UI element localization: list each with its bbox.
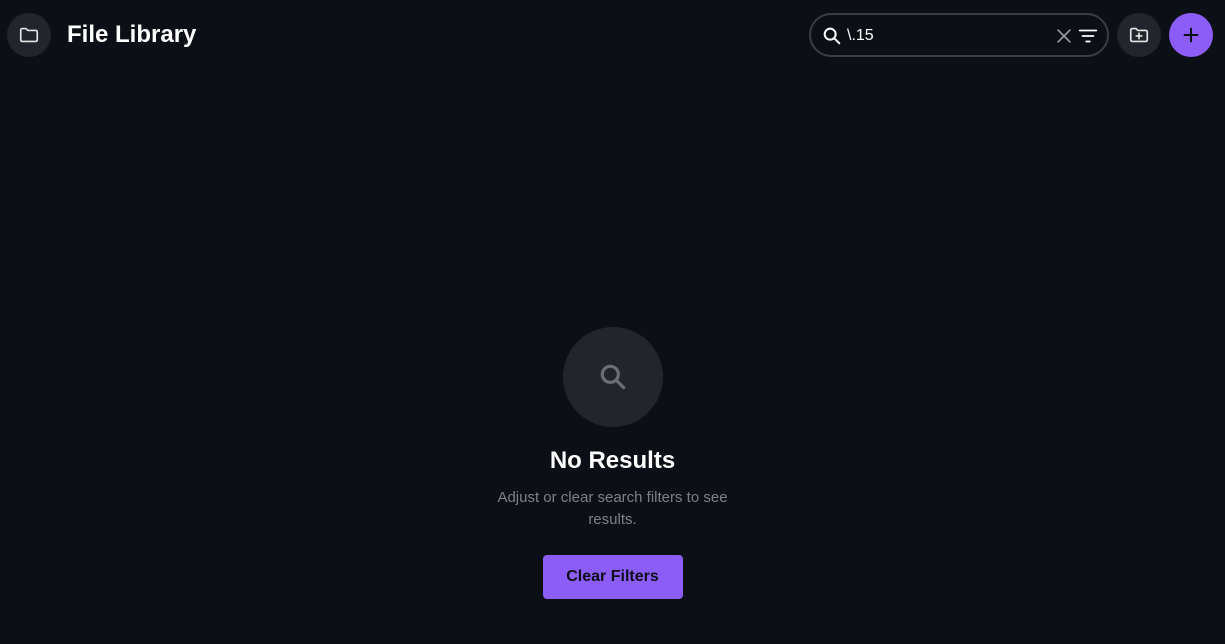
file-library-app: File Library \.15 No Results Adjust or c…: [0, 0, 1225, 644]
search-input[interactable]: [847, 24, 1047, 48]
header: File Library: [0, 0, 1225, 70]
folder-icon: [19, 27, 39, 43]
page-title: File Library: [67, 21, 197, 48]
empty-state-title: No Results: [549, 447, 676, 474]
folder-button[interactable]: [7, 13, 51, 57]
empty-state-icon-wrap: [562, 327, 663, 427]
search-icon: [600, 364, 625, 390]
new-folder-button[interactable]: [1117, 13, 1161, 57]
add-button[interactable]: [1169, 13, 1213, 57]
folder-plus-icon: [1129, 27, 1149, 43]
search-bar[interactable]: [809, 13, 1109, 57]
clear-filters-button[interactable]: Clear Filters: [542, 555, 683, 599]
empty-state: No Results Adjust or clear search filter…: [0, 327, 1225, 599]
search-icon: [823, 27, 841, 45]
plus-icon: [1183, 27, 1199, 43]
clear-icon[interactable]: [1054, 26, 1074, 46]
filter-icon[interactable]: [1077, 25, 1099, 47]
empty-state-description: Adjust or clear search filters to see re…: [497, 489, 728, 528]
